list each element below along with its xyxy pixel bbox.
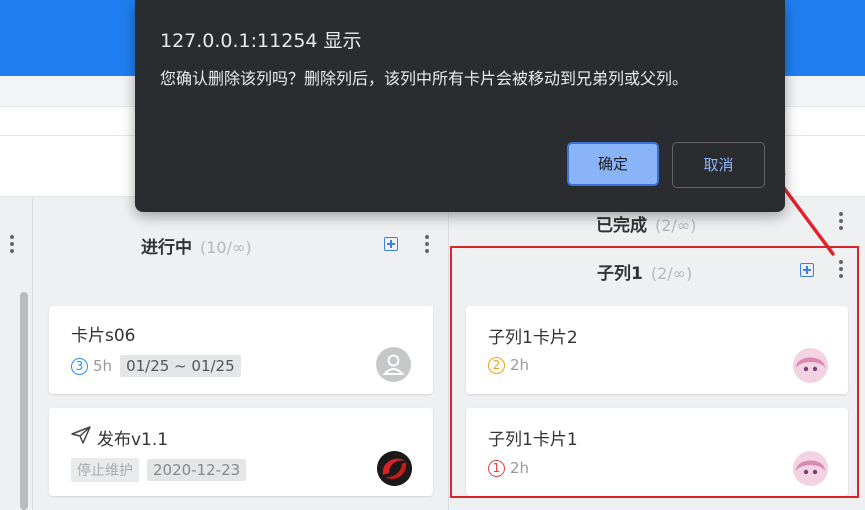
add-card-icon[interactable] — [384, 237, 398, 251]
card-estimate: 5h — [93, 357, 113, 375]
dialog-message: 您确认删除该列吗？删除列后，该列中所有卡片会被移动到兄弟列或父列。 — [160, 69, 689, 88]
kanban-card[interactable]: 发布v1.1 停止维护 2020-12-23 — [49, 408, 433, 496]
card-meta: 停止维护 2020-12-23 — [71, 458, 247, 482]
highlight-box — [450, 246, 859, 498]
column-more-icon[interactable] — [10, 235, 14, 256]
priority-badge: 3 — [71, 357, 88, 375]
cancel-button[interactable]: 取消 — [672, 142, 765, 188]
kanban-card[interactable]: 卡片s06 3 5h 01/25 ~ 01/25 — [49, 306, 433, 394]
card-title-row: 发布v1.1 — [71, 425, 168, 450]
card-title: 卡片s06 — [71, 326, 136, 346]
card-title: 发布v1.1 — [97, 430, 169, 450]
send-icon — [71, 426, 91, 449]
card-meta: 3 5h 01/25 ~ 01/25 — [71, 355, 241, 377]
confirm-button[interactable]: 确定 — [567, 142, 659, 186]
default-user-icon — [376, 347, 411, 382]
column-title: 已完成 — [596, 216, 647, 236]
brand-logo — [377, 451, 412, 486]
column-count: (10/∞) — [200, 238, 252, 257]
kanban-column-left — [0, 197, 33, 510]
dialog-title: 127.0.0.1:11254 显示 — [160, 30, 362, 52]
column-header: 已完成 (2/∞) — [596, 211, 696, 236]
confirm-dialog: 127.0.0.1:11254 显示 您确认删除该列吗？删除列后，该列中所有卡片… — [135, 0, 785, 212]
card-date-range: 01/25 ~ 01/25 — [120, 355, 241, 377]
column-header: 进行中 (10/∞) — [141, 233, 252, 258]
column-more-icon[interactable] — [425, 235, 429, 256]
card-date: 2020-12-23 — [147, 459, 247, 481]
column-count: (2/∞) — [655, 216, 697, 235]
status-tag: 停止维护 — [71, 458, 139, 482]
scrollbar[interactable] — [20, 292, 28, 510]
column-title: 进行中 — [141, 238, 192, 258]
